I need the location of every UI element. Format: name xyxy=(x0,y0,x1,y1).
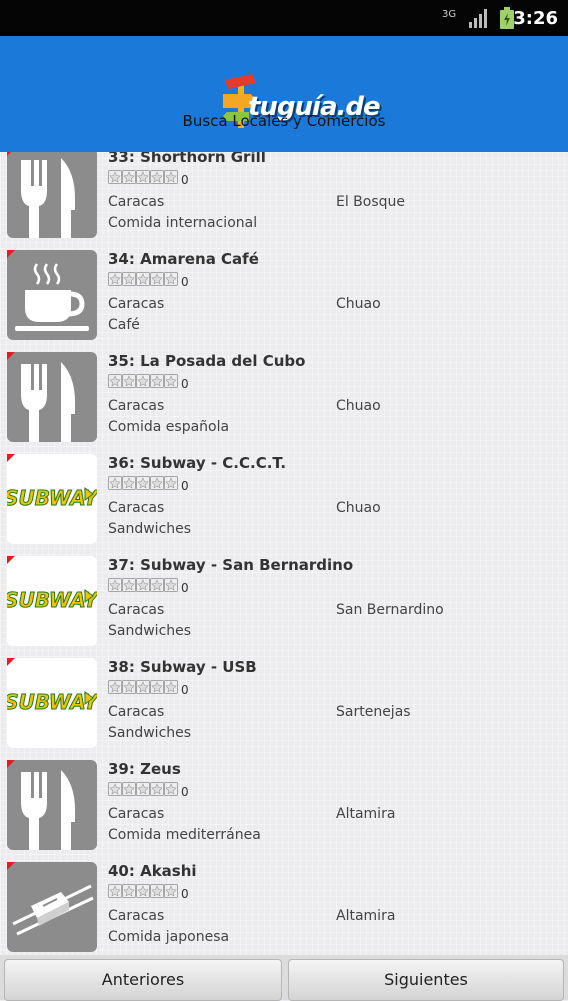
star-rating: 0 xyxy=(108,476,189,493)
stars-icon xyxy=(108,680,178,694)
rating-count: 0 xyxy=(181,479,189,493)
stars-icon xyxy=(108,476,178,490)
network-type: 3G xyxy=(442,9,457,20)
list-item[interactable]: 40: Akashi 0 Caracas Altamira Comida jap… xyxy=(0,862,568,955)
listing-category: Comida japonesa xyxy=(108,929,230,945)
list-item[interactable]: SUBWAY 37: Subway - San Bernardino 0 Car… xyxy=(0,556,568,658)
fork-knife-icon xyxy=(7,352,97,442)
listing-city: Caracas xyxy=(108,908,165,924)
listing-category: Sandwiches xyxy=(108,521,192,537)
stars-icon xyxy=(108,374,178,388)
listing-category: Comida española xyxy=(108,419,230,435)
listing-category: Sandwiches xyxy=(108,725,192,741)
listing-zone: Chuao xyxy=(336,398,381,414)
star-rating: 0 xyxy=(108,884,189,901)
listing-zone: Altamira xyxy=(336,908,396,924)
listing-zone: Chuao xyxy=(336,296,381,312)
rating-count: 0 xyxy=(181,275,189,289)
list-item[interactable]: 39: Zeus 0 Caracas Altamira Comida medit… xyxy=(0,760,568,862)
app-header: tuguía.de Busca Locales y Comercios xyxy=(0,36,568,153)
rating-count: 0 xyxy=(181,785,189,799)
rating-count: 0 xyxy=(181,581,189,595)
listing-city: Caracas xyxy=(108,398,165,414)
listing-city: Caracas xyxy=(108,194,165,210)
stars-icon xyxy=(108,578,178,592)
list-item[interactable]: 34: Amarena Café 0 Caracas Chuao Café xyxy=(0,250,568,352)
listing-name: 33: Shorthorn Grill xyxy=(108,152,266,166)
new-marker xyxy=(7,862,15,870)
star-rating: 0 xyxy=(108,680,189,697)
new-marker xyxy=(7,454,15,462)
rating-count: 0 xyxy=(181,887,189,901)
listing-city: Caracas xyxy=(108,704,165,720)
new-marker xyxy=(7,352,15,360)
new-marker xyxy=(7,760,15,768)
star-rating: 0 xyxy=(108,374,189,391)
listing-zone: Chuao xyxy=(336,500,381,516)
subway-logo-text: SUBWAY xyxy=(7,588,97,612)
rating-count: 0 xyxy=(181,683,189,697)
fork-knife-icon xyxy=(7,152,97,238)
listing-category: Comida internacional xyxy=(108,215,258,231)
listing-category: Sandwiches xyxy=(108,623,192,639)
listing-name: 34: Amarena Café xyxy=(108,250,259,268)
list-item[interactable]: 35: La Posada del Cubo 0 Caracas Chuao C… xyxy=(0,352,568,454)
listing-name: 36: Subway - C.C.C.T. xyxy=(108,454,287,472)
signal-icon xyxy=(469,9,487,28)
listing-name: 38: Subway - USB xyxy=(108,658,257,676)
listing-name: 40: Akashi xyxy=(108,862,197,880)
listing-zone: Altamira xyxy=(336,806,396,822)
subway-logo: SUBWAY xyxy=(7,658,97,748)
new-marker xyxy=(7,658,15,666)
listing-city: Caracas xyxy=(108,806,165,822)
status-bar: 3G 3:26 xyxy=(0,0,568,36)
listing-zone: El Bosque xyxy=(336,194,406,210)
previous-button[interactable]: Anteriores xyxy=(4,959,282,1001)
list-item[interactable]: SUBWAY 36: Subway - C.C.C.T. 0 Caracas C… xyxy=(0,454,568,556)
new-marker xyxy=(7,250,15,258)
stars-icon xyxy=(108,782,178,796)
listing-city: Caracas xyxy=(108,500,165,516)
next-button[interactable]: Siguientes xyxy=(288,959,564,1001)
star-rating: 0 xyxy=(108,170,189,187)
pagination-bar: Anteriores Siguientes xyxy=(0,955,568,1001)
subway-logo-text: SUBWAY xyxy=(7,690,97,714)
listing-city: Caracas xyxy=(108,296,165,312)
rating-count: 0 xyxy=(181,377,189,391)
listing-zone: San Bernardino xyxy=(336,602,444,618)
subway-logo-text: SUBWAY xyxy=(7,486,97,510)
listing-name: 35: La Posada del Cubo xyxy=(108,352,306,370)
new-marker xyxy=(7,556,15,564)
listing-category: Comida mediterránea xyxy=(108,827,261,843)
coffee-cup-icon xyxy=(7,250,97,340)
subway-logo: SUBWAY xyxy=(7,556,97,646)
fork-knife-icon xyxy=(7,760,97,850)
star-rating: 0 xyxy=(108,782,189,799)
listing-category: Café xyxy=(108,317,140,333)
clock: 3:26 xyxy=(513,8,558,29)
list-item[interactable]: 33: Shorthorn Grill 0 Caracas El Bosque … xyxy=(0,152,568,250)
rating-count: 0 xyxy=(181,173,189,187)
business-list[interactable]: 33: Shorthorn Grill 0 Caracas El Bosque … xyxy=(0,152,568,955)
sushi-icon xyxy=(7,862,97,952)
listing-city: Caracas xyxy=(108,602,165,618)
star-rating: 0 xyxy=(108,272,189,289)
new-marker xyxy=(7,152,15,156)
listing-name: 39: Zeus xyxy=(108,760,181,778)
stars-icon xyxy=(108,272,178,286)
list-item[interactable]: SUBWAY 38: Subway - USB 0 Caracas Sarten… xyxy=(0,658,568,760)
battery-icon xyxy=(500,7,514,29)
subway-logo: SUBWAY xyxy=(7,454,97,544)
page-subtitle: Busca Locales y Comercios xyxy=(182,112,386,130)
listing-name: 37: Subway - San Bernardino xyxy=(108,556,354,574)
star-rating: 0 xyxy=(108,578,189,595)
stars-icon xyxy=(108,884,178,898)
listing-zone: Sartenejas xyxy=(336,704,411,720)
stars-icon xyxy=(108,170,178,184)
